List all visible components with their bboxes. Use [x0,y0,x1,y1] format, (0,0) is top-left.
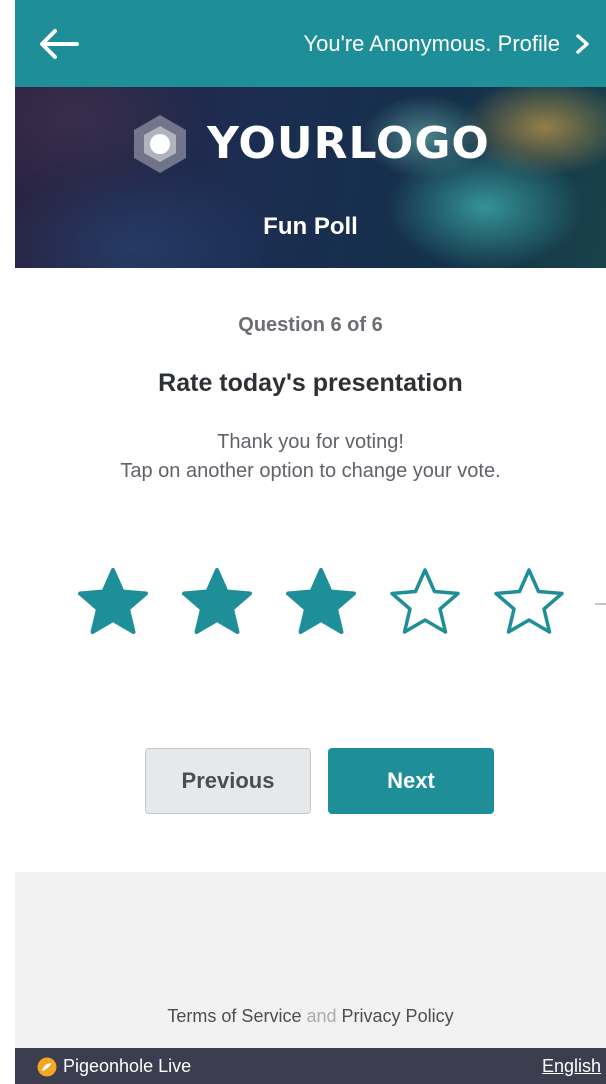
star-icon[interactable] [283,566,359,638]
language-selector[interactable]: English [542,1056,601,1077]
star-icon[interactable] [179,566,255,638]
question-counter: Question 6 of 6 [238,314,383,336]
star-rating [75,566,575,638]
star-icon[interactable] [387,566,463,638]
star-icon[interactable] [491,566,567,638]
app-screen: You're Anonymous. Profile YOURLOGO Fun P… [0,0,606,1084]
bottom-bar: Pigeonhole Live English [15,1048,606,1084]
star-icon[interactable] [75,566,151,638]
profile-link-label: You're Anonymous. Profile [303,31,560,56]
question-title: Rate today's presentation [158,369,463,397]
legal-links: Terms of Service and Privacy Policy [15,1006,606,1027]
event-title: Fun Poll [263,213,358,240]
event-banner: YOURLOGO Fun Poll [15,87,606,268]
and-text: and [306,1006,337,1026]
previous-button[interactable]: Previous [145,748,311,814]
brand[interactable]: Pigeonhole Live [37,1056,191,1077]
top-bar: You're Anonymous. Profile [15,0,606,87]
logo-text: YOURLOGO [207,118,490,169]
privacy-link[interactable]: Privacy Policy [342,1006,454,1026]
back-arrow-icon[interactable] [37,26,81,62]
question-card: Question 6 of 6 Rate today's presentatio… [15,268,606,872]
brand-name: Pigeonhole Live [63,1056,192,1076]
thanks-text: Thank you for voting! [217,431,404,453]
hexagon-logo-icon [134,115,187,173]
profile-link[interactable]: You're Anonymous. Profile [303,28,592,60]
event-logo: YOURLOGO [15,113,606,175]
pigeonhole-logo-icon [37,1057,57,1076]
terms-link[interactable]: Terms of Service [167,1006,301,1026]
chevron-right-icon [576,34,589,54]
scroll-indicator [595,603,606,605]
vote-confirmation: Thank you for voting! Tap on another opt… [15,428,606,486]
change-vote-hint: Tap on another option to change your vot… [120,460,501,482]
app-frame: You're Anonymous. Profile YOURLOGO Fun P… [15,0,606,1084]
next-button[interactable]: Next [328,748,494,814]
